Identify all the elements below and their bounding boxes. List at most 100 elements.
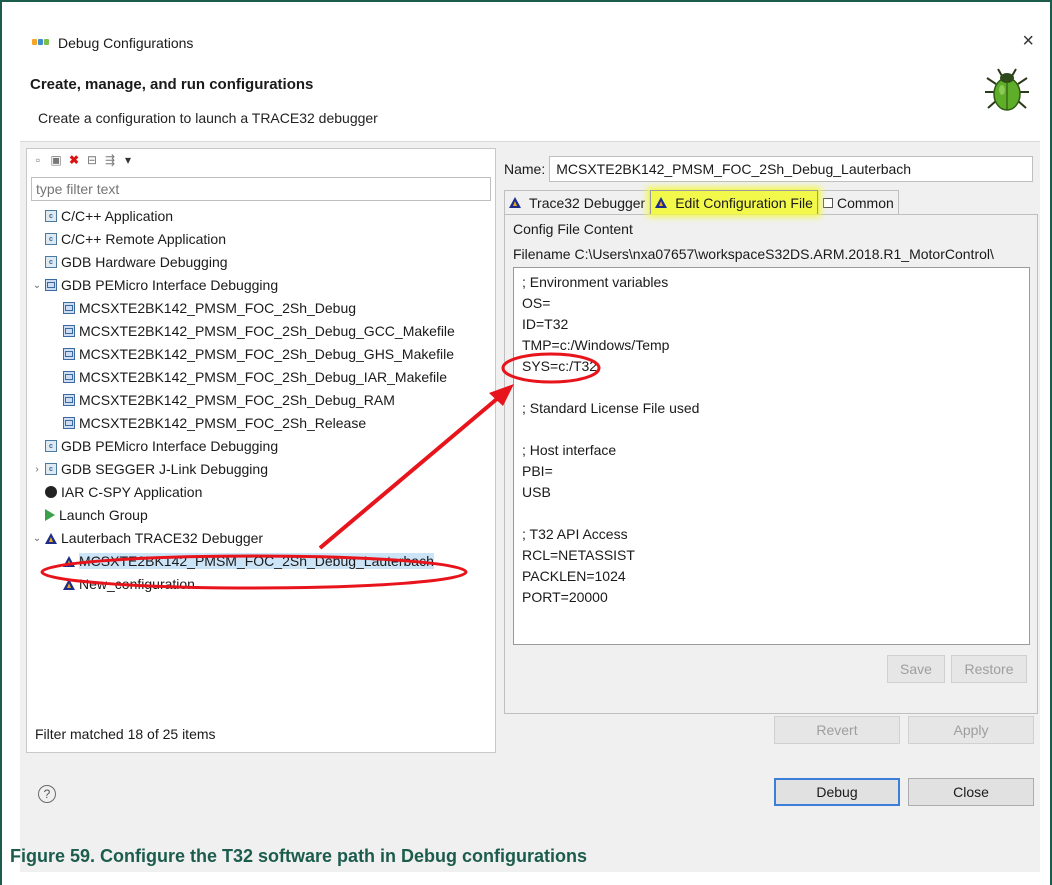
tree-item[interactable]: MCSXTE2BK142_PMSM_FOC_2Sh_Debug_RAM [49, 389, 395, 411]
tab-edit-configuration-file[interactable]: Edit Configuration File [650, 190, 818, 214]
tree-item-label: IAR C-SPY Application [61, 484, 203, 500]
filename-label: Filename C:\Users\nxa07657\workspaceS32D… [513, 246, 994, 262]
dialog-body: ▫ ▣ ✖ ⊟ ⇶ ▾ c C/C++ Application c C/C++ Rem… [20, 142, 1040, 872]
help-icon[interactable]: ? [38, 785, 56, 803]
tree-item-label: GDB SEGGER J-Link Debugging [61, 461, 268, 477]
expand-toggle-icon[interactable]: ⌄ [31, 533, 43, 544]
config-line: ; Environment variables [522, 274, 669, 290]
tree-item[interactable]: c GDB PEMicro Interface Debugging [31, 435, 278, 457]
tree-item[interactable]: MCSXTE2BK142_PMSM_FOC_2Sh_Debug_GHS_Make… [49, 343, 454, 365]
tree-item[interactable]: c C/C++ Application [31, 205, 173, 227]
config-line: PACKLEN=1024 [522, 568, 626, 584]
new-config-icon[interactable]: ▫ [31, 153, 45, 167]
name-label: Name: [504, 161, 546, 177]
tab-trace32-debugger[interactable]: Trace32 Debugger [504, 190, 651, 214]
expand-toggle-icon[interactable]: ⌄ [31, 280, 43, 291]
tree-item[interactable]: MCSXTE2BK142_PMSM_FOC_2Sh_Release [49, 412, 366, 434]
config-line: ; Host interface [522, 442, 617, 458]
header-subtitle: Create a configuration to launch a TRACE… [38, 110, 378, 126]
config-line: ; T32 API Access [522, 526, 628, 542]
trace32-icon [509, 197, 521, 208]
tree-item[interactable]: ⌄ Lauterbach TRACE32 Debugger [31, 527, 263, 549]
tree-item[interactable]: MCSXTE2BK142_PMSM_FOC_2Sh_Debug_GCC_Make… [49, 320, 455, 342]
launch-group-icon [45, 509, 55, 521]
collapse-all-icon[interactable]: ⊟ [85, 153, 99, 167]
close-button[interactable]: Close [908, 778, 1034, 806]
tree-item-label: C/C++ Application [61, 208, 174, 224]
tree-item-label: MCSXTE2BK142_PMSM_FOC_2Sh_Debug_IAR_Make… [79, 369, 448, 385]
tree-item-label: New_configuration [79, 576, 195, 592]
config-line [522, 377, 1021, 398]
filter-input[interactable] [31, 177, 491, 201]
c-app-icon: c [45, 210, 57, 222]
tree-item[interactable]: c GDB Hardware Debugging [31, 251, 228, 273]
pemicro-icon [63, 325, 75, 337]
pemicro-icon [63, 417, 75, 429]
config-content-title: Config File Content [513, 221, 633, 237]
tree-item[interactable]: MCSXTE2BK142_PMSM_FOC_2Sh_Debug_Lauterba… [49, 550, 434, 572]
pemicro-icon [63, 348, 75, 360]
delete-icon[interactable]: ✖ [67, 153, 81, 167]
trace32-icon [63, 578, 75, 590]
tree-item[interactable]: IAR C-SPY Application [31, 481, 202, 503]
close-icon[interactable]: × [1022, 30, 1034, 53]
config-line: ; Standard License File used [522, 400, 700, 416]
pemicro-icon [45, 279, 57, 291]
dialog-header: Create, manage, and run configurations C… [20, 62, 1040, 142]
revert-button[interactable]: Revert [774, 716, 900, 744]
trace32-icon [655, 197, 668, 208]
filter-icon[interactable]: ⇶ [103, 153, 117, 167]
trace32-icon [63, 555, 75, 567]
config-line [522, 419, 1021, 440]
tree-item-label: GDB PEMicro Interface Debugging [61, 277, 279, 293]
tree-item[interactable]: › c GDB SEGGER J-Link Debugging [31, 458, 268, 480]
pemicro-icon [63, 394, 75, 406]
tree-item[interactable]: ⌄ GDB PEMicro Interface Debugging [31, 274, 278, 296]
name-input[interactable] [549, 156, 1034, 182]
tree-item-label: MCSXTE2BK142_PMSM_FOC_2Sh_Debug_GHS_Make… [79, 346, 455, 362]
save-button[interactable]: Save [887, 655, 945, 683]
config-line: PBI= [522, 463, 553, 479]
tree-item-label: MCSXTE2BK142_PMSM_FOC_2Sh_Debug_GCC_Make… [79, 323, 455, 339]
bug-icon [985, 68, 1029, 111]
tree-item[interactable]: MCSXTE2BK142_PMSM_FOC_2Sh_Debug_IAR_Make… [49, 366, 447, 388]
config-line: SYS=c:/T32 [522, 358, 598, 374]
config-toolbar: ▫ ▣ ✖ ⊟ ⇶ ▾ [27, 149, 495, 171]
config-line: PORT=20000 [522, 589, 608, 605]
config-line: USB [522, 484, 551, 500]
view-menu-icon[interactable]: ▾ [121, 153, 135, 167]
c-app-icon: c [45, 463, 57, 475]
config-file-editor[interactable]: ; Environment variables OS= ID=T32 TMP=c:/W… [513, 267, 1030, 645]
config-line [522, 503, 1021, 524]
tree-item-label: C/C++ Remote Application [61, 231, 226, 247]
c-app-icon: c [45, 256, 57, 268]
restore-button[interactable]: Restore [951, 655, 1027, 683]
title-bar: Debug Configurations × [20, 30, 1040, 56]
duplicate-icon[interactable]: ▣ [49, 153, 63, 167]
tree-item[interactable]: c C/C++ Remote Application [31, 228, 226, 250]
tree-item[interactable]: Launch Group [31, 504, 148, 526]
tree-item-label: MCSXTE2BK142_PMSM_FOC_2Sh_Debug_RAM [79, 392, 395, 408]
tree-item[interactable]: New_configuration [49, 573, 195, 595]
apply-button[interactable]: Apply [908, 716, 1034, 744]
tree-item[interactable]: MCSXTE2BK142_PMSM_FOC_2Sh_Debug [49, 297, 356, 319]
tree-item-label: GDB Hardware Debugging [61, 254, 228, 270]
launch-config-panel: ▫ ▣ ✖ ⊟ ⇶ ▾ c C/C++ Application c C/C++ Rem… [26, 148, 496, 753]
tree-item-label: Lauterbach TRACE32 Debugger [61, 530, 264, 546]
tab-label: Common [836, 194, 894, 211]
trace32-icon [45, 532, 57, 544]
tree-item-label: Launch Group [59, 507, 148, 523]
tab-label: Edit Configuration File [675, 194, 813, 211]
figure-caption: Figure 59. Configure the T32 software pa… [10, 846, 588, 866]
debug-button[interactable]: Debug [774, 778, 900, 806]
edit-config-tab-panel: Config File Content Filename C:\Users\nx… [504, 214, 1038, 714]
expand-toggle-icon[interactable]: › [31, 464, 43, 475]
app-icon [32, 39, 50, 47]
editor-tabs: Trace32 Debugger Edit Configuration File… [504, 190, 899, 214]
window-title: Debug Configurations [58, 35, 194, 51]
common-icon [822, 197, 833, 208]
filter-status: Filter matched 18 of 25 items [35, 726, 216, 742]
tab-common[interactable]: Common [817, 190, 899, 214]
config-line: ID=T32 [522, 316, 569, 332]
iar-icon [45, 486, 57, 498]
